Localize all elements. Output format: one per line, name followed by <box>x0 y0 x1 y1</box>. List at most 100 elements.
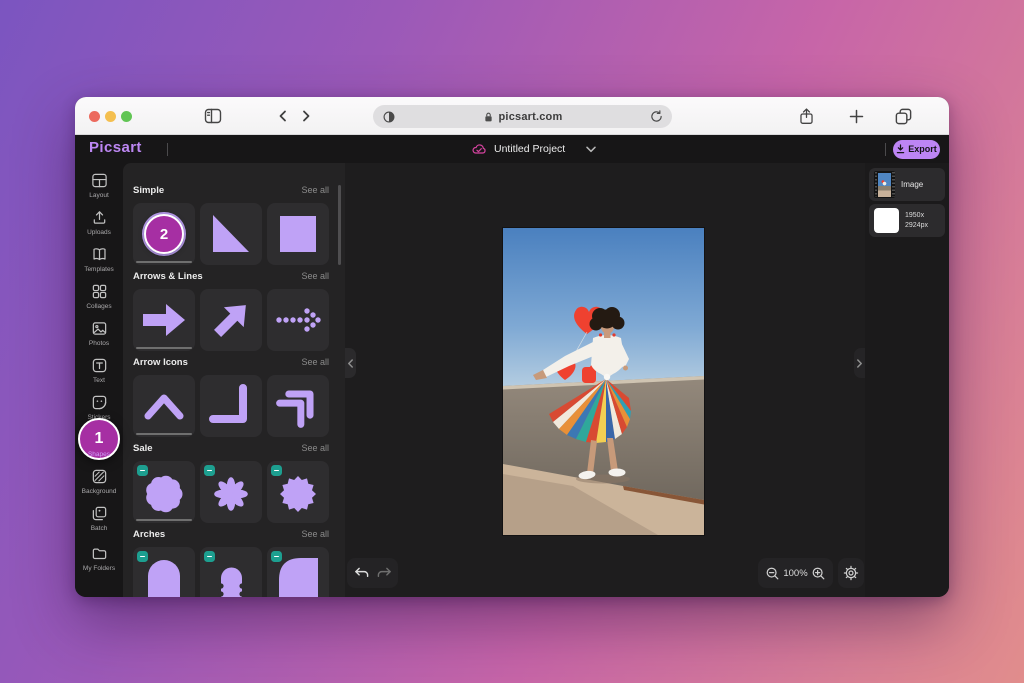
layer-item-background[interactable]: 1950x 2924px <box>869 204 945 237</box>
share-icon[interactable] <box>794 105 818 127</box>
see-all-link[interactable]: See all <box>301 357 329 367</box>
export-label: Export <box>908 144 937 154</box>
sidebar-item-batch[interactable]: Batch <box>75 505 123 539</box>
row-scrollbar[interactable] <box>136 347 192 349</box>
sidebar-toggle-icon[interactable] <box>201 105 225 127</box>
project-name: Untitled Project <box>494 143 565 155</box>
shape-tile-double-chevron-corner[interactable] <box>267 375 329 437</box>
background-icon <box>91 468 108 485</box>
canvas-image[interactable] <box>503 228 704 535</box>
image-layer-thumbnail <box>874 171 895 198</box>
tool-rail: Layout Uploads Templates Collages <box>75 163 123 597</box>
see-all-link[interactable]: See all <box>301 185 329 195</box>
upload-icon <box>91 209 108 226</box>
lock-icon <box>483 111 494 123</box>
forward-icon[interactable] <box>294 105 318 127</box>
batch-icon <box>91 505 108 522</box>
zoom-controls: 100% <box>758 558 833 588</box>
shape-tile-arch[interactable] <box>133 547 195 597</box>
panel-scrollbar[interactable] <box>338 185 341 265</box>
new-tab-icon[interactable] <box>844 105 868 127</box>
refresh-icon[interactable] <box>650 110 663 123</box>
premium-badge-icon <box>204 465 215 476</box>
chevron-down-icon <box>586 146 596 153</box>
premium-badge-icon <box>137 551 148 562</box>
app-header: Picsart Untitled Project Export <box>75 135 949 163</box>
picsart-logo[interactable]: Picsart <box>89 139 142 156</box>
zoom-out-button[interactable] <box>765 566 780 581</box>
gear-icon <box>843 565 859 581</box>
see-all-link[interactable]: See all <box>301 529 329 539</box>
shape-tile-chevron-up[interactable] <box>133 375 195 437</box>
sidebar-item-layout[interactable]: Layout <box>75 172 123 206</box>
see-all-link[interactable]: See all <box>301 271 329 281</box>
layer-item-image[interactable]: Image <box>869 168 945 201</box>
header-divider-right <box>885 143 886 156</box>
shape-tile-scallop-flower[interactable] <box>133 461 195 523</box>
shape-tile-circle[interactable]: 2 <box>133 203 195 265</box>
section-title: Sale <box>133 443 153 454</box>
collages-icon <box>91 283 108 300</box>
back-icon[interactable] <box>271 105 295 127</box>
section-title: Arrow Icons <box>133 357 188 368</box>
expand-right-panel-tab[interactable] <box>854 348 865 378</box>
redo-button[interactable] <box>376 566 393 581</box>
download-icon <box>896 144 905 154</box>
row-scrollbar[interactable] <box>136 433 192 435</box>
shape-tile-corner-arrow[interactable] <box>200 375 262 437</box>
folder-icon <box>91 545 108 562</box>
rail-label: Templates <box>84 266 114 273</box>
sidebar-item-text[interactable]: Text <box>75 357 123 391</box>
layers-panel: Image 1950x 2924px <box>865 163 949 597</box>
shape-tile-petal-flower[interactable] <box>200 461 262 523</box>
row-scrollbar[interactable] <box>136 519 192 521</box>
project-menu[interactable]: Untitled Project <box>471 135 596 163</box>
premium-badge-icon <box>271 465 282 476</box>
rail-label: Shapes <box>88 451 110 458</box>
photos-icon <box>91 320 108 337</box>
shape-tile-right-triangle[interactable] <box>200 203 262 265</box>
shape-tile-arrow-dotted[interactable] <box>267 289 329 351</box>
collapse-left-panel-tab[interactable] <box>345 348 356 378</box>
minimize-window-button[interactable] <box>105 111 116 122</box>
section-title: Arrows & Lines <box>133 271 203 282</box>
sidebar-item-my-folders[interactable]: My Folders <box>75 545 123 579</box>
browser-window: picsart.com Picsart <box>75 97 949 597</box>
see-all-link[interactable]: See all <box>301 443 329 453</box>
shape-tile-bumpy-arch[interactable] <box>200 547 262 597</box>
export-button[interactable]: Export <box>893 140 940 159</box>
shape-tile-arrow-right[interactable] <box>133 289 195 351</box>
zoom-window-button[interactable] <box>121 111 132 122</box>
sidebar-item-collages[interactable]: Collages <box>75 283 123 317</box>
rail-label: Batch <box>91 525 108 532</box>
sidebar-item-uploads[interactable]: Uploads <box>75 209 123 243</box>
row-scrollbar[interactable] <box>136 261 192 263</box>
premium-badge-icon <box>271 551 282 562</box>
layout-icon <box>91 172 108 189</box>
canvas-settings-button[interactable] <box>838 558 864 588</box>
shape-tile-starburst[interactable] <box>267 461 329 523</box>
address-bar[interactable]: picsart.com <box>373 105 672 128</box>
history-controls <box>347 558 398 588</box>
templates-icon <box>91 246 108 263</box>
premium-badge-icon <box>137 465 148 476</box>
shape-tile-rounded-corner-square[interactable] <box>267 547 329 597</box>
rail-label: Photos <box>89 340 109 347</box>
close-window-button[interactable] <box>89 111 100 122</box>
shape-tile-arrow-up-right[interactable] <box>200 289 262 351</box>
sidebar-item-background[interactable]: Background <box>75 468 123 502</box>
sidebar-item-photos[interactable]: Photos <box>75 320 123 354</box>
text-icon <box>91 357 108 374</box>
section-title: Arches <box>133 529 165 540</box>
undo-button[interactable] <box>353 566 370 581</box>
section-title: Simple <box>133 185 164 196</box>
shape-tile-square[interactable] <box>267 203 329 265</box>
zoom-in-button[interactable] <box>811 566 826 581</box>
photo-woman-striped-skirt <box>503 228 704 535</box>
rail-label: My Folders <box>83 565 115 572</box>
section-arches: Arches See all <box>133 527 329 597</box>
section-sale: Sale See all <box>133 441 329 523</box>
tab-overview-icon[interactable] <box>891 105 915 127</box>
chevron-left-icon <box>347 359 354 368</box>
sidebar-item-templates[interactable]: Templates <box>75 246 123 280</box>
